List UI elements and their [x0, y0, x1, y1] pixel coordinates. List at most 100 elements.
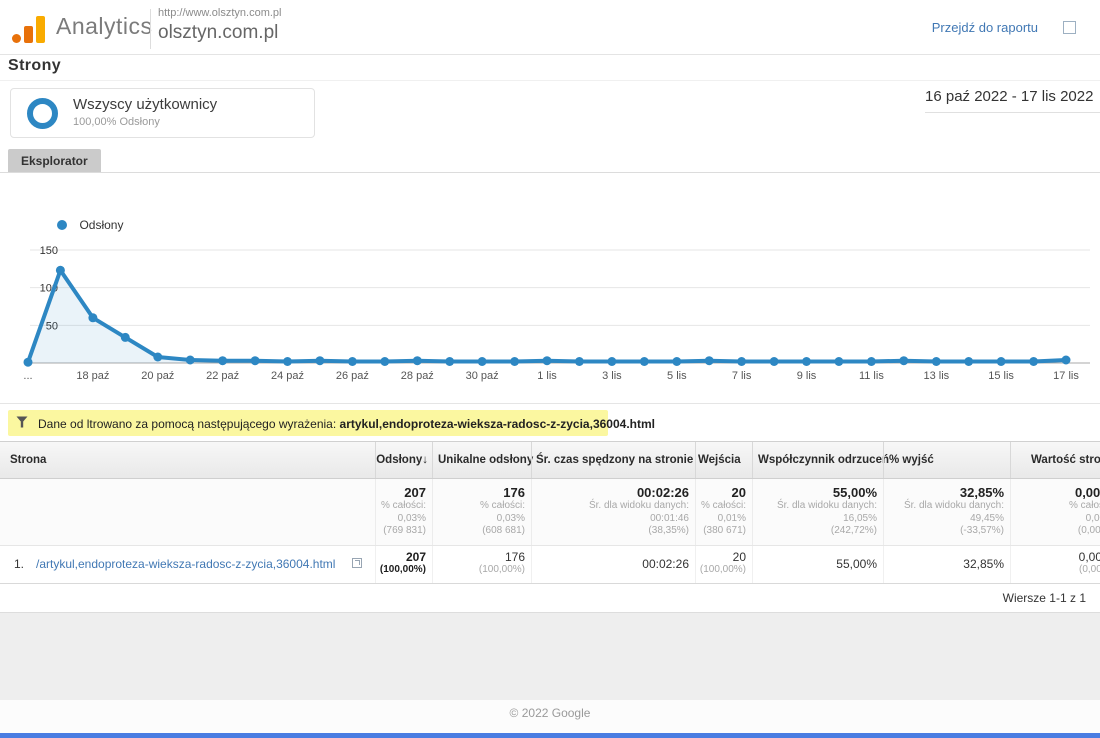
site-url: http://www.olsztyn.com.pl — [158, 7, 282, 19]
background-block — [0, 612, 1100, 700]
svg-text:5 lis: 5 lis — [667, 370, 687, 382]
site-name: olsztyn.com.pl — [158, 22, 278, 44]
row-unikalne-pct: (100,00%) — [433, 564, 525, 575]
row-wyjsc-cell: 32,85% — [883, 546, 1010, 583]
svg-text:26 paź: 26 paź — [336, 370, 369, 382]
popup-window-icon[interactable] — [1063, 21, 1076, 34]
summary-wejscia-sub2: 0,01% — [696, 513, 746, 526]
summary-odrzucen-value: 55,00% — [753, 485, 877, 500]
row-unikalne-cell: 176 (100,00%) — [432, 546, 531, 583]
row-czas-cell: 00:02:26 — [531, 546, 695, 583]
summary-wartosc-value: 0,00 zł — [1011, 485, 1100, 500]
row-odslony-pct: (100,00%) — [376, 564, 426, 575]
svg-text:7 lis: 7 lis — [732, 370, 752, 382]
logo-bar-tall — [36, 16, 45, 43]
summary-wartosc-sub2: 0,00% — [1011, 513, 1100, 526]
svg-text:20 paź: 20 paź — [141, 370, 174, 382]
svg-text:13 lis: 13 lis — [923, 370, 949, 382]
table-pager: Wiersze 1-1 z 1 — [0, 583, 1100, 612]
col-header-strona[interactable]: Strona — [0, 442, 375, 478]
row-wartosc-pct: (0,00%) — [1011, 564, 1100, 575]
row-wartosc-value: 0,00 zł — [1011, 546, 1100, 564]
col-header-sr-czas[interactable]: Śr. czas spędzony na stronie — [531, 442, 695, 478]
pageviews-line-chart[interactable]: 50100150...18 paź20 paź22 paź24 paź26 pa… — [0, 238, 1100, 386]
col-header-procent-wyjsc[interactable]: % wyjść — [883, 442, 1010, 478]
row-odslony-value: 207 — [376, 546, 426, 564]
summary-wyjsc-sub3: (-33,57%) — [884, 525, 1004, 538]
summary-wartosc-sub1: % całości: — [1011, 500, 1100, 513]
summary-czas-sub2: 00:01:46 — [532, 513, 689, 526]
row-wejscia-cell: 20 (100,00%) — [695, 546, 752, 583]
tab-eksplorator[interactable]: Eksplorator — [8, 149, 101, 173]
svg-text:28 paź: 28 paź — [401, 370, 434, 382]
summary-odslony-sub2: 0,03% — [376, 513, 426, 526]
summary-unikalne-sub1: % całości: — [433, 500, 525, 513]
summary-strona-cell — [0, 479, 375, 545]
legend-label: Odsłony — [79, 218, 123, 232]
svg-text:18 paź: 18 paź — [76, 370, 109, 382]
date-range-selector[interactable]: 16 paź 2022 - 17 lis 2022 — [925, 88, 1100, 113]
bottom-blue-bar — [0, 733, 1100, 738]
segment-detail: 100,00% Odsłony — [73, 116, 160, 128]
external-link-icon[interactable] — [352, 558, 362, 568]
row-strona-cell: 1. /artykul,endoproteza-wieksza-radosc-z… — [0, 546, 375, 583]
filter-message: Dane od ltrowano za pomocą następującego… — [38, 417, 655, 431]
summary-wejscia-cell: 20 % całości: 0,01% (380 671) — [695, 479, 752, 545]
copyright-text: © 2022 Google — [0, 706, 1100, 720]
row-odslony-cell: 207 (100,00%) — [375, 546, 432, 583]
summary-czas-sub1: Śr. dla widoku danych: — [532, 500, 689, 513]
summary-odslony-sub1: % całości: — [376, 500, 426, 513]
summary-odrzucen-sub3: (242,72%) — [753, 525, 877, 538]
segment-all-users[interactable]: Wszyscy użytkownicy 100,00% Odsłony — [10, 88, 315, 138]
segment-name: Wszyscy użytkownicy — [73, 96, 217, 113]
summary-czas-value: 00:02:26 — [532, 485, 689, 500]
col-header-wejscia[interactable]: Wejścia — [695, 442, 752, 478]
col-header-wartosc-strony[interactable]: Wartość strony — [1010, 442, 1100, 478]
table-summary-row: 207 % całości: 0,03% (769 831) 176 % cał… — [0, 479, 1100, 545]
chart-legend-odslony[interactable]: Odsłony — [57, 216, 123, 230]
summary-wejscia-sub1: % całości: — [696, 500, 746, 513]
col-header-unikalne-odslony[interactable]: Unikalne odsłony — [432, 442, 531, 478]
col-header-odslony[interactable]: Odsłony↓ — [375, 442, 432, 478]
table-row: 1. /artykul,endoproteza-wieksza-radosc-z… — [0, 545, 1100, 583]
col-header-odslony-label: Odsłony — [376, 454, 422, 466]
summary-wejscia-sub3: (380 671) — [696, 525, 746, 538]
row-odrzucen-cell: 55,00% — [752, 546, 883, 583]
svg-text:3 lis: 3 lis — [602, 370, 622, 382]
svg-text:1 lis: 1 lis — [537, 370, 557, 382]
row-wyjsc-value: 32,85% — [884, 546, 1004, 571]
row-wejscia-pct: (100,00%) — [696, 564, 746, 575]
tab-strip-divider — [0, 172, 1100, 173]
summary-czas-cell: 00:02:26 Śr. dla widoku danych: 00:01:46… — [531, 479, 695, 545]
svg-text:17 lis: 17 lis — [1053, 370, 1079, 382]
app-header: Analytics http://www.olsztyn.com.pl olsz… — [0, 0, 1100, 55]
summary-unikalne-cell: 176 % całości: 0,03% (608 681) — [432, 479, 531, 545]
summary-odrzucen-sub1: Śr. dla widoku danych: — [753, 500, 877, 513]
summary-odrzucen-sub2: 16,05% — [753, 513, 877, 526]
row-page-link[interactable]: /artykul,endoproteza-wieksza-radosc-z-zy… — [36, 557, 335, 571]
filter-notice-bar: Dane od ltrowano za pomocą następującego… — [0, 403, 1100, 442]
summary-wejscia-value: 20 — [696, 485, 746, 500]
summary-wartosc-sub3: (0,00 zł) — [1011, 525, 1100, 538]
svg-text:15 lis: 15 lis — [988, 370, 1014, 382]
filter-expression: artykul,endoproteza-wieksza-radosc-z-zyc… — [340, 417, 655, 431]
summary-czas-sub3: (38,35%) — [532, 525, 689, 538]
svg-text:30 paź: 30 paź — [466, 370, 499, 382]
summary-odslony-sub3: (769 831) — [376, 525, 426, 538]
header-divider — [150, 9, 151, 49]
segment-donut-icon — [27, 98, 58, 129]
row-wejscia-value: 20 — [696, 546, 746, 564]
svg-text:150: 150 — [40, 245, 58, 257]
summary-wartosc-cell: 0,00 zł % całości: 0,00% (0,00 zł) — [1010, 479, 1100, 545]
row-odrzucen-value: 55,00% — [753, 546, 877, 571]
svg-text:...: ... — [23, 370, 32, 382]
summary-wyjsc-sub2: 49,45% — [884, 513, 1004, 526]
sort-down-icon: ↓ — [422, 454, 428, 466]
summary-unikalne-sub2: 0,03% — [433, 513, 525, 526]
table-header-row: Strona Odsłony↓ Unikalne odsłony Śr. cza… — [0, 441, 1100, 479]
go-to-report-link[interactable]: Przejdź do raportu — [932, 20, 1038, 35]
summary-odslony-cell: 207 % całości: 0,03% (769 831) — [375, 479, 432, 545]
col-header-wspolczynnik-odrzucen[interactable]: Współczynnik odrzuceń — [752, 442, 883, 478]
filter-message-prefix: Dane od ltrowano za pomocą następującego… — [38, 417, 340, 431]
logo-dot — [12, 34, 21, 43]
